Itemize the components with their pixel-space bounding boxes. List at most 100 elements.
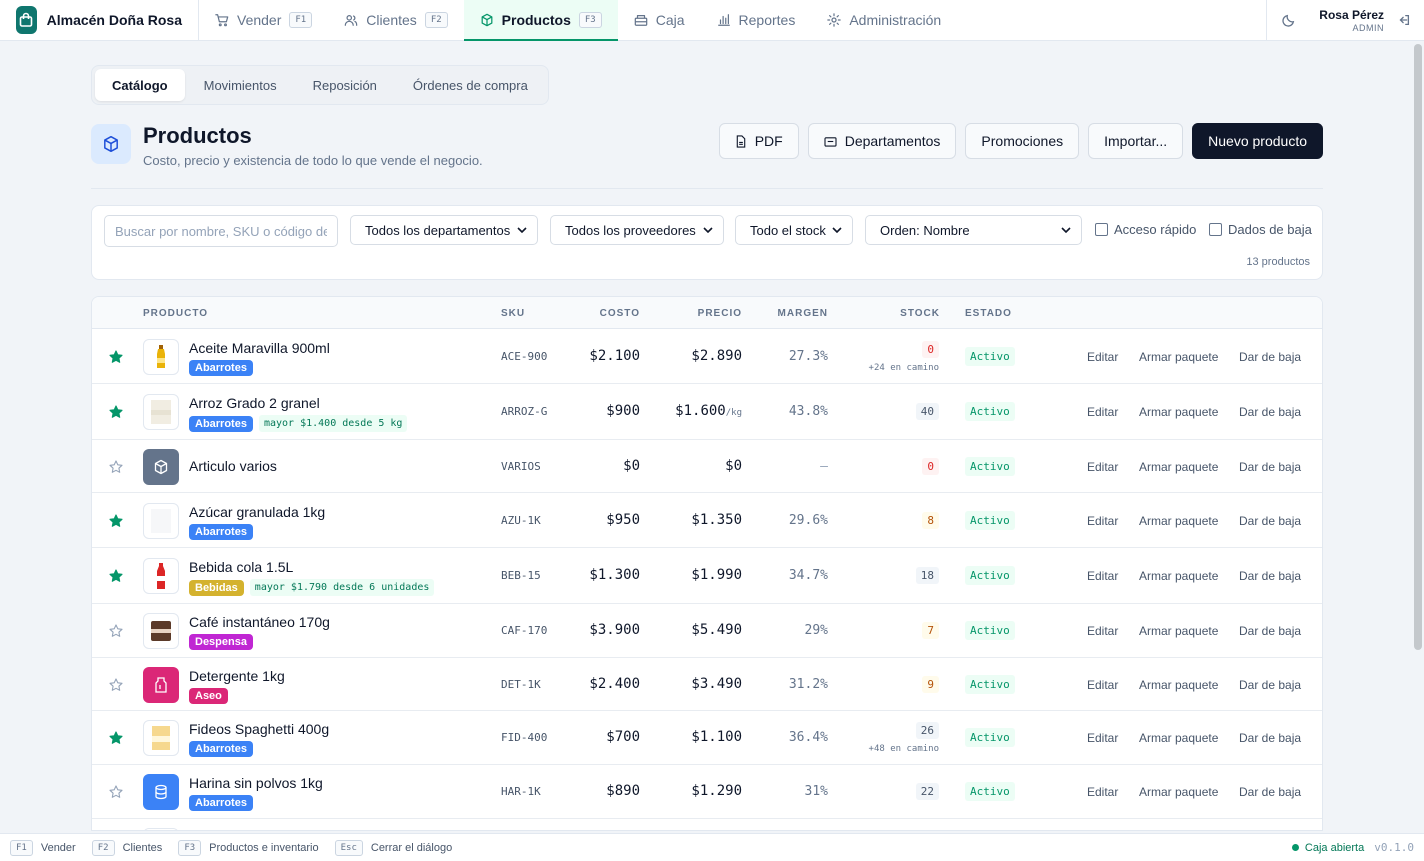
product-name[interactable]: Fideos Spaghetti 400g <box>189 721 329 737</box>
table-row[interactable]: Fideos Spaghetti 400g Abarrotes FID-400 $70… <box>92 711 1322 765</box>
build-pack-button[interactable]: Armar paquete <box>1139 569 1218 583</box>
product-name[interactable]: Café instantáneo 170g <box>189 614 330 630</box>
favorite-star-icon[interactable] <box>109 405 123 419</box>
edit-button[interactable]: Editar <box>1087 569 1118 583</box>
subtab-4[interactable]: Órdenes de compra <box>396 69 545 101</box>
table-row[interactable]: Detergente 1kg Aseo DET-1K $2.400 $3.490 31.2… <box>92 658 1322 711</box>
subtab-1[interactable]: Catálogo <box>95 69 185 101</box>
discontinue-button[interactable]: Dar de baja <box>1239 350 1301 364</box>
build-pack-button[interactable]: Armar paquete <box>1139 731 1218 745</box>
product-name[interactable]: Azúcar granulada 1kg <box>189 504 325 520</box>
discontinue-button[interactable]: Dar de baja <box>1239 785 1301 799</box>
shortcut-key: F2 <box>91 839 115 856</box>
stock-select-value: Todo el stock <box>750 222 826 238</box>
favorite-star-icon[interactable] <box>109 677 123 692</box>
import-button-label: Importar... <box>1104 133 1168 149</box>
shortcut-key: F1 <box>10 839 33 856</box>
edit-button[interactable]: Editar <box>1087 785 1118 799</box>
checkbox[interactable] <box>1209 223 1222 236</box>
table-row[interactable]: Aceite Maravilla 900ml Abarrotes ACE-900 $2… <box>92 330 1322 384</box>
favorite-star-icon[interactable] <box>109 350 123 364</box>
column-sku[interactable]: SKU <box>501 308 525 319</box>
logout-button[interactable] <box>1384 0 1424 40</box>
favorite-star-icon[interactable] <box>109 624 123 638</box>
discontinue-button[interactable]: Dar de baja <box>1239 514 1301 528</box>
column-product[interactable]: PRODUCTO <box>143 308 208 319</box>
table-row[interactable]: Leche entera 1L <box>92 819 1322 830</box>
subtab-3[interactable]: Reposición <box>296 69 394 101</box>
import-button[interactable]: Importar... <box>1088 123 1184 159</box>
user-role: ADMIN <box>1352 22 1384 33</box>
edit-button[interactable]: Editar <box>1087 405 1118 419</box>
departments-button[interactable]: Departamentos <box>807 123 957 159</box>
nav-item-reportes[interactable]: Reportes <box>701 0 812 40</box>
table-row[interactable]: Café instantáneo 170g Despensa CAF-170 $3.9… <box>92 604 1322 658</box>
build-pack-button[interactable]: Armar paquete <box>1139 785 1218 799</box>
promotions-button[interactable]: Promociones <box>965 123 1080 159</box>
edit-button[interactable]: Editar <box>1087 731 1118 745</box>
stock-value: 7 <box>922 622 939 639</box>
table-row[interactable]: Bebida cola 1.5L Bebidas mayor $1.790 desd… <box>92 548 1322 604</box>
product-name[interactable]: Arroz Grado 2 granel <box>189 395 320 411</box>
discontinue-button[interactable]: Dar de baja <box>1239 405 1301 419</box>
order-select[interactable]: Orden: Nombre <box>865 215 1082 245</box>
supplier-select[interactable]: Todos los proveedores <box>550 215 724 245</box>
product-name[interactable]: Detergente 1kg <box>189 668 285 684</box>
table-row[interactable]: Arroz Grado 2 granel Abarrotes mayor $1.40… <box>92 384 1322 440</box>
edit-button[interactable]: Editar <box>1087 514 1118 528</box>
product-name[interactable]: Harina sin polvos 1kg <box>189 775 323 791</box>
discontinue-button[interactable]: Dar de baja <box>1239 678 1301 692</box>
checkbox[interactable] <box>1095 223 1108 236</box>
favorite-star-icon[interactable] <box>109 513 123 528</box>
department-badge: Abarrotes <box>189 415 253 432</box>
build-pack-button[interactable]: Armar paquete <box>1139 350 1218 364</box>
edit-button[interactable]: Editar <box>1087 624 1118 638</box>
theme-toggle-button[interactable] <box>1267 0 1311 40</box>
build-pack-button[interactable]: Armar paquete <box>1139 624 1218 638</box>
discontinued-checkbox[interactable]: Dados de baja <box>1209 222 1312 237</box>
build-pack-button[interactable]: Armar paquete <box>1139 514 1218 528</box>
products-table: PRODUCTO SKU COSTO PRECIO MARGEN STOCK E… <box>91 296 1323 831</box>
discontinue-button[interactable]: Dar de baja <box>1239 624 1301 638</box>
table-row[interactable]: Articulo varios VARIOS $0 $0 — 0 Activo Editar A… <box>92 440 1322 493</box>
edit-button[interactable]: Editar <box>1087 350 1118 364</box>
favorite-star-icon[interactable] <box>109 459 123 474</box>
table-row[interactable]: Harina sin polvos 1kg Abarrotes HAR-1K $890… <box>92 765 1322 819</box>
favorite-star-icon[interactable] <box>109 731 123 745</box>
favorite-star-icon[interactable] <box>109 569 123 583</box>
column-status[interactable]: ESTADO <box>965 308 1012 319</box>
brand[interactable]: Almacén Doña Rosa <box>0 0 199 40</box>
edit-button[interactable]: Editar <box>1087 678 1118 692</box>
product-name[interactable]: Articulo varios <box>189 458 277 474</box>
nav-item-vender[interactable]: Vender F1 <box>199 0 328 40</box>
build-pack-button[interactable]: Armar paquete <box>1139 405 1218 419</box>
edit-button[interactable]: Editar <box>1087 460 1118 474</box>
column-price[interactable]: PRECIO <box>698 308 742 319</box>
nav-item-administración[interactable]: Administración <box>811 0 957 40</box>
product-name[interactable]: Bebida cola 1.5L <box>189 559 293 575</box>
column-margin[interactable]: MARGEN <box>778 308 828 319</box>
nav-item-caja[interactable]: Caja <box>618 0 701 40</box>
discontinue-button[interactable]: Dar de baja <box>1239 731 1301 745</box>
pdf-button[interactable]: PDF <box>718 123 799 159</box>
discontinue-button[interactable]: Dar de baja <box>1239 460 1301 474</box>
nav-item-clientes[interactable]: Clientes F2 <box>328 0 463 40</box>
page-scrollbar[interactable] <box>1414 44 1422 650</box>
column-stock[interactable]: STOCK <box>900 308 940 319</box>
product-cost: $1.300 <box>589 567 640 583</box>
column-cost[interactable]: COSTO <box>600 308 640 319</box>
build-pack-button[interactable]: Armar paquete <box>1139 460 1218 474</box>
product-name[interactable]: Aceite Maravilla 900ml <box>189 340 330 356</box>
build-pack-button[interactable]: Armar paquete <box>1139 678 1218 692</box>
table-row[interactable]: Azúcar granulada 1kg Abarrotes AZU-1K $950 $… <box>92 493 1322 548</box>
nav-item-productos[interactable]: Productos F3 <box>463 0 618 41</box>
department-select[interactable]: Todos los departamentos <box>350 215 538 245</box>
stock-select[interactable]: Todo el stock <box>735 215 853 245</box>
stock-value: 40 <box>915 403 939 420</box>
new-product-button[interactable]: Nuevo producto <box>1192 123 1323 159</box>
quick-access-checkbox[interactable]: Acceso rápido <box>1095 222 1196 237</box>
search-input[interactable] <box>104 215 338 247</box>
discontinue-button[interactable]: Dar de baja <box>1239 569 1301 583</box>
favorite-star-icon[interactable] <box>109 785 123 799</box>
subtab-2[interactable]: Movimientos <box>187 69 294 101</box>
